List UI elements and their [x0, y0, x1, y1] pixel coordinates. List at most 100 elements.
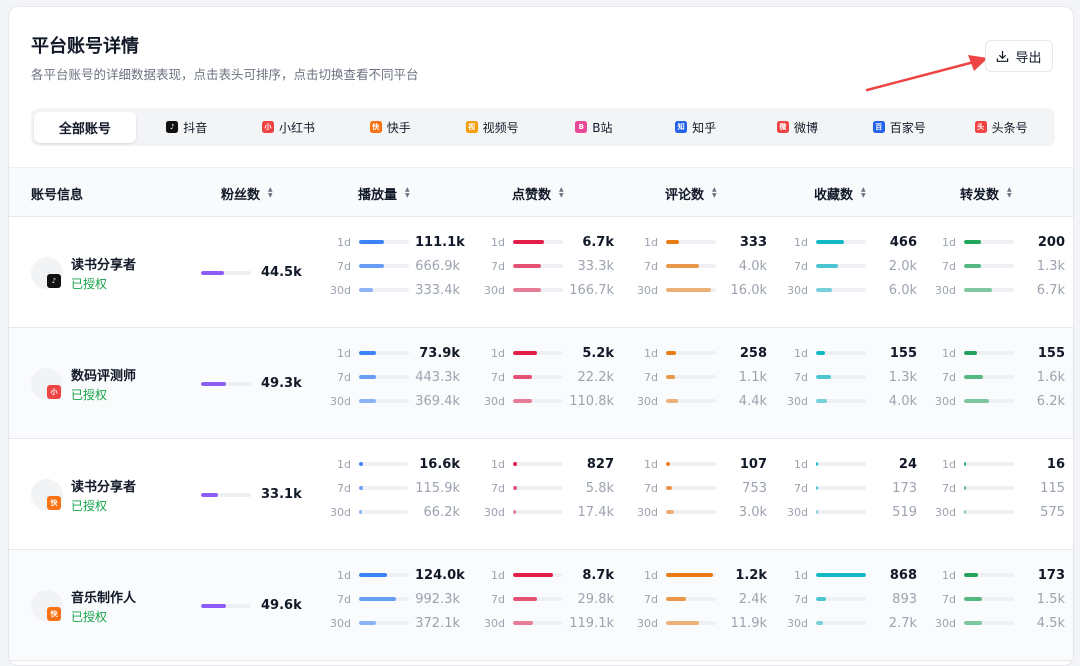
likes-line: 30d 119.1k — [483, 611, 623, 635]
period-label: 1d — [794, 346, 808, 360]
bilibili-icon: B — [575, 121, 588, 133]
shares-bar — [964, 351, 1014, 355]
favorites-value: 173 — [892, 480, 917, 496]
period-label: 7d — [794, 370, 808, 384]
table-row[interactable]: 快音乐制作人 已授权 49.6k 1d 124.0k 7d 992.3k 30d 372.1k 1… — [9, 550, 1073, 661]
plays-bar — [359, 486, 409, 490]
account-name: 读书分享者 — [71, 257, 137, 273]
favorites-bar — [816, 486, 866, 490]
tab-shipinhao[interactable]: 视视频号 — [441, 112, 543, 143]
plays-bar — [359, 375, 409, 379]
comments-line: 1d 1.2k — [636, 563, 776, 587]
column-header-shares[interactable]: 转发数 ▲ ▼ — [960, 168, 1012, 218]
plays-bar — [359, 462, 409, 466]
tab-bilibili[interactable]: B B站 — [543, 112, 645, 143]
tab-label: 全部账号 — [58, 121, 111, 137]
plays-cell: 1d 111.1k 7d 666.9k 30d 333.4k — [329, 230, 469, 302]
shares-bar — [964, 621, 1014, 625]
comments-line: 7d 1.1k — [636, 365, 776, 389]
favorites-line: 1d 868 — [786, 563, 926, 587]
period-label: 1d — [337, 346, 351, 360]
shares-value: 155 — [1037, 345, 1065, 361]
shares-cell: 1d 155 7d 1.6k 30d 6.2k — [934, 341, 1073, 413]
period-label: 1d — [337, 457, 351, 471]
favorites-value: 1.3k — [888, 369, 917, 385]
column-header-plays[interactable]: 播放量 ▲ ▼ — [358, 168, 410, 218]
shares-bar — [964, 240, 1014, 244]
period-label: 1d — [794, 235, 808, 249]
favorites-bar — [816, 462, 866, 466]
likes-value: 827 — [586, 456, 614, 472]
comments-value: 107 — [739, 456, 767, 472]
favorites-value: 2.0k — [888, 258, 917, 274]
comments-value: 16.0k — [730, 282, 767, 298]
kuaishou-icon: 快 — [369, 121, 382, 133]
account-details-card: 平台账号详情 各平台账号的详细数据表现，点击表头可排序，点击切换查看不同平台 导… — [8, 6, 1074, 666]
tab-toutiao[interactable]: 头头条号 — [950, 112, 1052, 143]
fans-value: 49.3k — [261, 376, 302, 391]
shares-value: 575 — [1040, 504, 1065, 520]
period-label: 1d — [491, 457, 505, 471]
period-label: 1d — [794, 568, 808, 582]
favorites-line: 7d 893 — [786, 587, 926, 611]
tab-all[interactable]: 全部账号 — [34, 111, 136, 143]
shares-value: 1.3k — [1036, 258, 1065, 274]
tab-zhihu[interactable]: 知知乎 — [645, 112, 747, 143]
shares-cell: 1d 16 7d 115 30d 575 — [934, 452, 1073, 524]
likes-line: 1d 6.7k — [483, 230, 623, 254]
plays-value: 115.9k — [415, 480, 460, 496]
tab-baijiahao[interactable]: 百百家号 — [848, 112, 950, 143]
plays-value: 66.2k — [423, 504, 460, 520]
column-header-comments[interactable]: 评论数 ▲ ▼ — [665, 168, 717, 218]
comments-cell: 1d 107 7d 753 30d 3.0k — [636, 452, 776, 524]
likes-line: 7d 22.2k — [483, 365, 623, 389]
likes-line: 30d 110.8k — [483, 389, 623, 413]
column-header-favorites[interactable]: 收藏数 ▲ ▼ — [814, 168, 866, 218]
tab-xiaohongshu[interactable]: 小小红书 — [238, 112, 340, 143]
fans-cell: 49.3k — [201, 328, 302, 439]
page-title: 平台账号详情 — [31, 36, 139, 57]
account-info: ♪ 读书分享者 已授权 — [31, 217, 136, 328]
table-row[interactable]: 小数码评测师 已授权 49.3k 1d 73.9k 7d 443.3k 30d 369.4k 1d… — [9, 328, 1073, 439]
period-label: 30d — [637, 394, 658, 408]
favorites-line: 1d 155 — [786, 341, 926, 365]
period-label: 30d — [484, 283, 505, 297]
page-subtitle: 各平台账号的详细数据表现，点击表头可排序，点击切换查看不同平台 — [31, 67, 419, 82]
likes-bar — [513, 399, 563, 403]
comments-bar — [666, 486, 716, 490]
comments-value: 753 — [742, 480, 767, 496]
shares-line: 7d 115 — [934, 476, 1073, 500]
likes-cell: 1d 827 7d 5.8k 30d 17.4k — [483, 452, 623, 524]
period-label: 1d — [942, 346, 956, 360]
xiaohongshu-icon: 小 — [261, 121, 274, 133]
likes-value: 5.8k — [585, 480, 614, 496]
period-label: 1d — [337, 568, 351, 582]
shipinhao-icon: 视 — [465, 121, 478, 133]
comments-line: 1d 333 — [636, 230, 776, 254]
comments-line: 1d 258 — [636, 341, 776, 365]
period-label: 7d — [337, 481, 351, 495]
xiaohongshu-icon: 小 — [47, 384, 61, 399]
period-label: 7d — [644, 592, 658, 606]
plays-bar — [359, 510, 409, 514]
plays-value: 111.1k — [415, 234, 465, 250]
column-header-fans[interactable]: 粉丝数 ▲ ▼ — [221, 168, 273, 218]
favorites-cell: 1d 868 7d 893 30d 2.7k — [786, 563, 926, 635]
comments-value: 4.0k — [738, 258, 767, 274]
plays-value: 666.9k — [415, 258, 460, 274]
period-label: 7d — [794, 259, 808, 273]
fans-cell: 33.1k — [201, 439, 302, 550]
tab-kuaishou[interactable]: 快快手 — [339, 112, 441, 143]
plays-bar — [359, 621, 409, 625]
favorites-value: 519 — [892, 504, 917, 520]
tab-douyin[interactable]: ♪ 抖音 — [136, 112, 238, 143]
comments-cell: 1d 258 7d 1.1k 30d 4.4k — [636, 341, 776, 413]
table-row[interactable]: ♪ 读书分享者 已授权 44.5k 1d 111.1k 7d 666.9k 30d 333.4k 1… — [9, 217, 1073, 328]
export-button[interactable]: 导出 — [985, 40, 1053, 72]
period-label: 30d — [330, 505, 351, 519]
column-header-likes[interactable]: 点赞数 ▲ ▼ — [512, 168, 564, 218]
tab-weibo[interactable]: 微微博 — [747, 112, 849, 143]
likes-bar — [513, 240, 563, 244]
table-row[interactable]: 快读书分享者 已授权 33.1k 1d 16.6k 7d 115.9k 30d 66.2k 1d 8… — [9, 439, 1073, 550]
likes-bar — [513, 573, 563, 577]
